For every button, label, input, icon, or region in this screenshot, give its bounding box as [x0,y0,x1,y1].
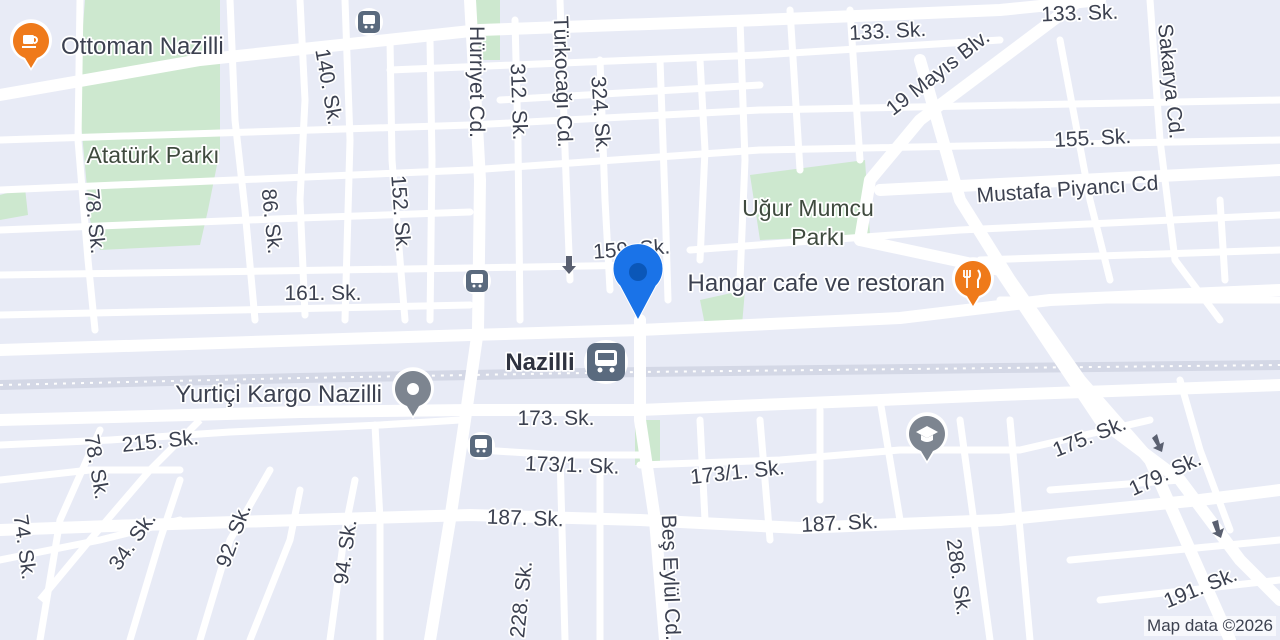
bus-icon [363,15,375,24]
bus-station-icon [584,340,628,384]
hangar-cafe-label: Hangar cafe ve restoran [688,270,945,297]
bus-stop[interactable] [463,267,491,295]
bus-stop[interactable] [355,8,383,36]
bus-icon [471,274,483,283]
map-canvas[interactable]: Atatürk Parkı Uğur Mumcu Parkı 133. Sk. … [0,0,1280,640]
ugur-mumcu-park-label-line2: Parkı [791,224,845,250]
street-label-133-b: 133. Sk. [1041,1,1119,27]
yurtici-kargo-label: Yurtiçi Kargo Nazilli [175,381,382,408]
nazilli-station-label: Nazilli [505,349,574,376]
street-label-hurriyet: Hürriyet Cd. [465,26,488,138]
street-label-173-1-a: 173/1. Sk. [525,452,620,478]
street-label-187-b: 187. Sk. [801,510,879,537]
ugur-mumcu-park-label-line1: Uğur Mumcu [742,195,874,221]
map-attribution[interactable]: Map data ©2026 [1144,616,1276,636]
street-label-155: 155. Sk. [1054,125,1132,152]
street-label-bes-eylul: Beş Eylül Cd. [657,514,684,640]
street-label-187-a: 187. Sk. [486,506,564,532]
ottoman-nazilli-label: Ottoman Nazilli [61,33,224,60]
bus-stop[interactable] [467,432,495,460]
ataturk-park-label: Atatürk Parkı [87,142,220,168]
street-label-173: 173. Sk. [517,407,594,430]
street-label-161: 161. Sk. [284,282,361,305]
street-label-turkocagi: Türkocağı Cd. [549,15,577,148]
street-label-312: 312. Sk. [506,63,532,141]
bus-icon [475,439,487,448]
street-label-133-a: 133. Sk. [849,18,927,45]
map-view[interactable]: Atatürk Parkı Uğur Mumcu Parkı 133. Sk. … [0,0,1280,640]
